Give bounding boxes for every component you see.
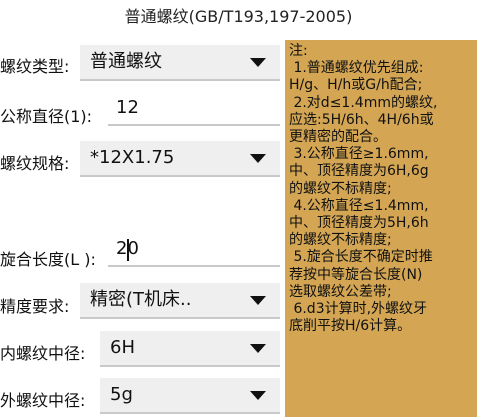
notes-line: 荐按中等旋合长度(N) <box>289 266 423 283</box>
internal-pitch-dia-select[interactable]: 6H <box>100 331 280 367</box>
notes-line: 4.公称直径≤1.4mm, <box>289 197 429 214</box>
thread-type-label: 螺纹类型: <box>0 57 70 76</box>
nominal-diameter-label: 公称直径(1): <box>0 107 93 126</box>
internal-pitch-dia-label: 内螺纹中径: <box>0 344 86 363</box>
precision-value: 精密(T机床.. <box>90 289 192 310</box>
notes-line: 选取螺纹公差带; <box>289 283 392 300</box>
chevron-down-icon <box>250 344 266 353</box>
external-pitch-dia-select[interactable]: 5g <box>100 378 280 414</box>
notes-line: 的螺纹不标精度; <box>289 232 392 249</box>
notes-line: 底削平按H/6计算。 <box>289 318 412 335</box>
notes-line: 1.普通螺纹优先组成: <box>289 60 424 77</box>
chevron-down-icon <box>250 296 266 305</box>
notes-line: 的螺纹不标精度; <box>289 180 392 197</box>
thread-type-select[interactable]: 普通螺纹 <box>80 45 280 81</box>
external-pitch-dia-label: 外螺纹中径: <box>0 391 86 410</box>
notes-line: H/g、H/h或G/h配合; <box>289 77 423 94</box>
page-title: 普通螺纹(GB/T193,197-2005) <box>124 7 353 26</box>
notes-line: 中、顶径精度为6H,6g <box>289 163 429 180</box>
internal-pitch-dia-value: 6H <box>110 337 135 358</box>
thread-type-value: 普通螺纹 <box>90 51 162 72</box>
precision-select[interactable]: 精密(T机床.. <box>80 283 280 319</box>
engagement-length-label: 旋合长度(L ): <box>0 250 96 269</box>
thread-spec-label: 螺纹规格: <box>0 154 70 173</box>
precision-label: 精度要求: <box>0 297 70 316</box>
chevron-down-icon <box>250 58 266 67</box>
nominal-diameter-value: 12 <box>116 97 139 118</box>
nominal-diameter-input[interactable]: 12 <box>108 92 280 126</box>
text-cursor <box>127 239 129 261</box>
notes-line: 中、顶径精度为5H,6h <box>289 215 429 232</box>
chevron-down-icon <box>250 154 266 163</box>
notes-line: 更精密的配合。 <box>289 129 387 146</box>
notes-line: 2.对d≤1.4mm的螺纹, <box>289 94 438 111</box>
chevron-down-icon <box>250 391 266 400</box>
notes-panel: 注: 1.普通螺纹优先组成: H/g、H/h或G/h配合; 2.对d≤1.4mm… <box>285 40 477 417</box>
engagement-length-input[interactable]: 20 <box>108 233 280 267</box>
notes-line: 应选:5H/6h、4H/6h或 <box>289 111 434 128</box>
thread-spec-value: *12X1.75 <box>90 147 175 168</box>
notes-heading: 注: <box>289 43 308 59</box>
external-pitch-dia-value: 5g <box>110 384 133 405</box>
notes-line: 3.公称直径≥1.6mm, <box>289 146 429 163</box>
notes-line: 5.旋合长度不确定时推 <box>289 249 433 266</box>
notes-line: 6.d3计算时,外螺纹牙 <box>289 301 428 318</box>
thread-spec-select[interactable]: *12X1.75 <box>80 141 280 177</box>
